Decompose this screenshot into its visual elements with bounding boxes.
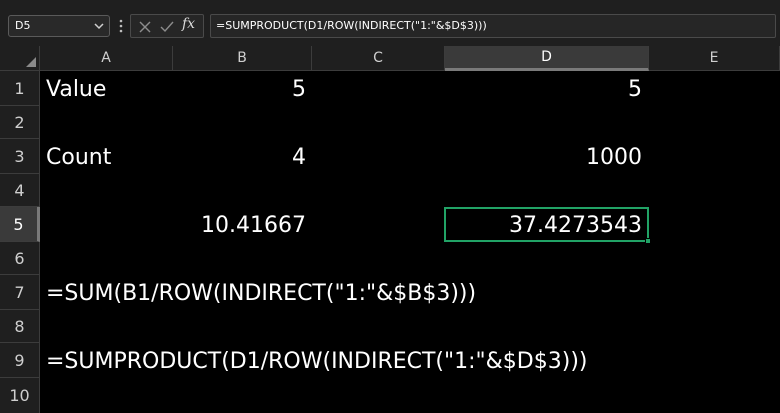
column-header-d[interactable]: D (445, 46, 649, 71)
enter-check-icon[interactable] (157, 18, 177, 36)
select-all-icon (26, 57, 36, 67)
select-all-button[interactable] (0, 46, 40, 71)
spreadsheet-grid[interactable]: A B C D E 1 2 3 4 5 6 7 8 9 10 Value 5 5… (0, 46, 780, 413)
column-header-e[interactable]: E (649, 46, 780, 71)
formula-bar: D5 fx =SUMPRODUCT(D1/ROW(INDIRECT("1:"&$… (0, 0, 780, 46)
row-header-5[interactable]: 5 (0, 207, 40, 242)
formula-input[interactable]: =SUMPRODUCT(D1/ROW(INDIRECT("1:"&$D$3))) (210, 14, 776, 38)
cell-a1[interactable]: Value (46, 79, 106, 101)
cell-d1[interactable]: 5 (445, 79, 642, 101)
column-header-c[interactable]: C (312, 46, 445, 71)
cell-b3[interactable]: 4 (173, 147, 306, 169)
name-box[interactable]: D5 (8, 15, 110, 37)
cell-b1[interactable]: 5 (173, 79, 306, 101)
fill-handle[interactable] (645, 238, 651, 244)
row-header-4[interactable]: 4 (0, 174, 40, 207)
insert-function-button[interactable]: fx (182, 16, 195, 32)
cell-b5[interactable]: 10.41667 (100, 215, 306, 237)
cell-a9[interactable]: =SUMPRODUCT(D1/ROW(INDIRECT("1:"&$D$3))) (46, 351, 588, 373)
row-header-8[interactable]: 8 (0, 310, 40, 343)
cell-d5[interactable]: 37.4273543 (445, 215, 642, 237)
row-header-9[interactable]: 9 (0, 343, 40, 378)
formula-text: =SUMPRODUCT(D1/ROW(INDIRECT("1:"&$D$3))) (216, 19, 487, 32)
row-header-7[interactable]: 7 (0, 275, 40, 310)
cell-a7[interactable]: =SUM(B1/ROW(INDIRECT("1:"&$B$3))) (46, 283, 476, 305)
column-header-b[interactable]: B (173, 46, 312, 71)
row-header-6[interactable]: 6 (0, 242, 40, 275)
name-box-value: D5 (15, 19, 31, 32)
row-header-1[interactable]: 1 (0, 71, 40, 106)
chevron-down-icon[interactable] (92, 18, 106, 34)
row-header-2[interactable]: 2 (0, 106, 40, 139)
cancel-icon[interactable] (135, 18, 155, 36)
column-header-a[interactable]: A (40, 46, 173, 71)
cell-a3[interactable]: Count (46, 147, 111, 169)
row-header-3[interactable]: 3 (0, 139, 40, 174)
more-options-icon[interactable] (117, 17, 125, 35)
row-header-10[interactable]: 10 (0, 378, 40, 413)
cell-d3[interactable]: 1000 (445, 147, 642, 169)
formula-buttons: fx (130, 14, 204, 38)
